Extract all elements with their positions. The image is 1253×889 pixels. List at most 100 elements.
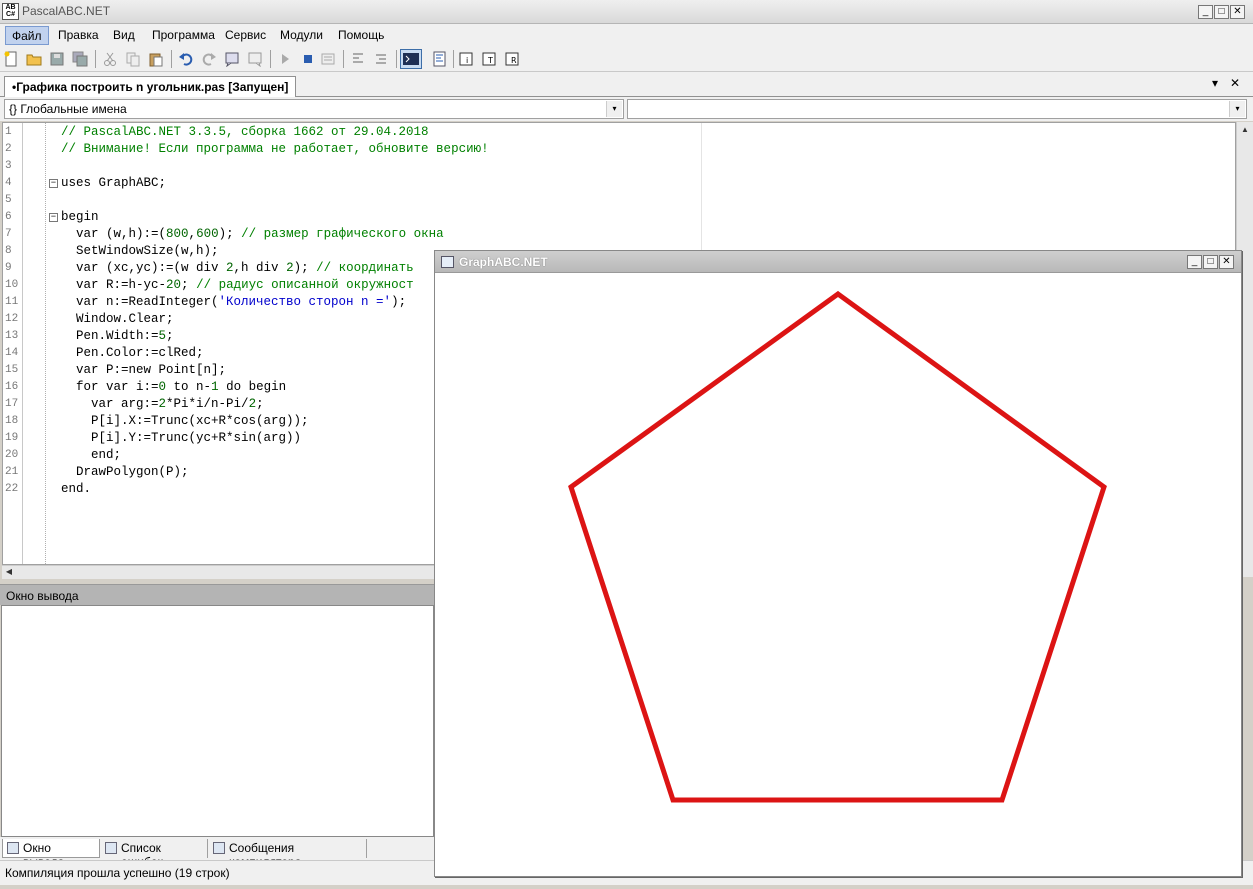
step-over-icon[interactable] (373, 51, 389, 67)
fold-toggle-icon[interactable]: − (49, 213, 58, 222)
save-all-icon[interactable] (72, 51, 88, 67)
code-text: Window.Clear; (61, 312, 174, 326)
graph-window[interactable]: GraphABC.NET _ □ ✕ (434, 250, 1242, 877)
members-dropdown[interactable]: ▾ (627, 99, 1247, 119)
graph-canvas (568, 290, 1107, 803)
menu-item-file[interactable]: Файл (5, 26, 49, 45)
chevron-down-icon[interactable]: ▾ (1229, 101, 1245, 117)
menu-item-help[interactable]: Помощь (332, 26, 390, 45)
toolbar-separator (396, 50, 397, 68)
fold-toggle-icon[interactable]: − (49, 179, 58, 188)
scroll-left-icon[interactable]: ◀ (2, 565, 16, 579)
module-i-icon[interactable]: i (459, 51, 475, 67)
toolbar-separator (270, 50, 271, 68)
line-number: 1 (5, 126, 12, 138)
line-number: 22 (5, 483, 19, 495)
svg-text:R: R (511, 56, 517, 65)
global-names-value: {} Глобальные имена (9, 102, 127, 116)
menu-item-program[interactable]: Программа (146, 26, 221, 45)
chevron-down-icon[interactable]: ▾ (606, 101, 622, 117)
line-number: 13 (5, 330, 19, 342)
line-number: 8 (5, 245, 12, 257)
open-folder-icon[interactable] (26, 51, 42, 67)
graph-close-button[interactable]: ✕ (1219, 255, 1234, 269)
output-panel[interactable] (1, 605, 434, 837)
line-number: 21 (5, 466, 19, 478)
code-text: var arg:=2*Pi*i/n-Pi/2; (61, 397, 264, 411)
code-text: end. (61, 482, 92, 496)
maximize-button[interactable]: □ (1214, 5, 1229, 19)
menu-bar: Файл Правка Вид Программа Сервис Модули … (0, 24, 1253, 46)
line-number: 14 (5, 347, 19, 359)
line-number: 12 (5, 313, 19, 325)
toolbar-separator (453, 50, 454, 68)
compiler-messages-icon (213, 842, 225, 854)
line-number: 9 (5, 262, 12, 274)
window-title: PascalABC.NET (22, 4, 111, 18)
code-text: var (xc,yc):=(w div 2,h div 2); // коорд… (61, 261, 414, 275)
toolbar-separator (171, 50, 172, 68)
code-text: var n:=ReadInteger('Количество сторон n … (61, 295, 407, 309)
line-number: 5 (5, 194, 12, 206)
graph-maximize-button[interactable]: □ (1203, 255, 1218, 269)
debug-step-icon[interactable] (320, 51, 336, 67)
code-text: var P:=new Point[n]; (61, 363, 227, 377)
code-line: 2 // Внимание! Если программа не работает… (3, 141, 703, 158)
menu-item-modules[interactable]: Модули (274, 26, 329, 45)
code-text: end; (61, 448, 122, 462)
module-t-icon[interactable]: T (482, 51, 498, 67)
cut-icon[interactable] (102, 51, 118, 67)
error-list-icon (105, 842, 117, 854)
code-line: 3 (3, 158, 703, 175)
line-number: 10 (5, 279, 19, 291)
tab-document[interactable]: •Графика построить n угольник.pas [Запущ… (4, 76, 297, 98)
minimize-button[interactable]: _ (1198, 5, 1213, 19)
tab-error-list[interactable]: Список ошибок (101, 839, 208, 869)
tab-close-button[interactable]: ✕ (1230, 76, 1240, 90)
code-text: uses GraphABC; (61, 176, 167, 190)
menu-item-view[interactable]: Вид (107, 26, 141, 45)
code-text: for var i:=0 to n-1 do begin (61, 380, 287, 394)
code-line: 5 (3, 192, 703, 209)
graph-window-title-bar[interactable]: GraphABC.NET _ □ ✕ (435, 251, 1241, 273)
new-file-icon[interactable] (3, 51, 19, 67)
code-line: 6 − begin (3, 209, 703, 226)
save-icon[interactable] (49, 51, 65, 67)
editor-horizontal-scrollbar[interactable]: ◀ (2, 565, 434, 579)
code-text: var (w,h):=(800,600); // размер графичес… (61, 227, 444, 241)
code-text: Pen.Width:=5; (61, 329, 174, 343)
tab-compiler-messages[interactable]: Сообщения компилятора (209, 839, 367, 869)
run-icon[interactable] (277, 51, 293, 67)
navigation-bar: {} Глобальные имена ▾ ▾ (0, 97, 1253, 121)
output-window-icon (7, 842, 19, 854)
tab-list-button[interactable]: ▾ (1212, 76, 1218, 90)
code-text: Pen.Color:=clRed; (61, 346, 204, 360)
graph-minimize-button[interactable]: _ (1187, 255, 1202, 269)
step-into-icon[interactable] (350, 51, 366, 67)
document-tab-strip: •Графика построить n угольник.pas [Запущ… (0, 72, 1253, 98)
global-names-dropdown[interactable]: {} Глобальные имена ▾ (4, 99, 624, 119)
uncomment-icon[interactable] (247, 51, 263, 67)
stop-icon[interactable] (300, 51, 316, 67)
tab-output-window[interactable]: Окно вывода (2, 839, 100, 869)
line-number: 19 (5, 432, 19, 444)
console-icon[interactable] (400, 49, 422, 69)
module-r-icon[interactable]: R (505, 51, 521, 67)
copy-icon[interactable] (125, 51, 141, 67)
line-number: 17 (5, 398, 19, 410)
code-text: DrawPolygon(P); (61, 465, 189, 479)
undo-icon[interactable] (178, 51, 194, 67)
menu-item-edit[interactable]: Правка (52, 26, 105, 45)
toolbar: i T R (0, 46, 1253, 72)
main-title-bar: AB C# PascalABC.NET _ □ ✕ (0, 0, 1253, 24)
redo-icon[interactable] (201, 51, 217, 67)
comment-icon[interactable] (224, 51, 240, 67)
code-text: // PascalABC.NET 3.3.5, сборка 1662 от 2… (61, 125, 429, 139)
close-button[interactable]: ✕ (1230, 5, 1245, 19)
red-pentagon (568, 290, 1107, 803)
paste-icon[interactable] (148, 51, 164, 67)
format-icon[interactable] (432, 51, 448, 67)
scroll-up-icon[interactable]: ▲ (1238, 123, 1252, 137)
menu-item-service[interactable]: Сервис (219, 26, 272, 45)
toolbar-separator (343, 50, 344, 68)
